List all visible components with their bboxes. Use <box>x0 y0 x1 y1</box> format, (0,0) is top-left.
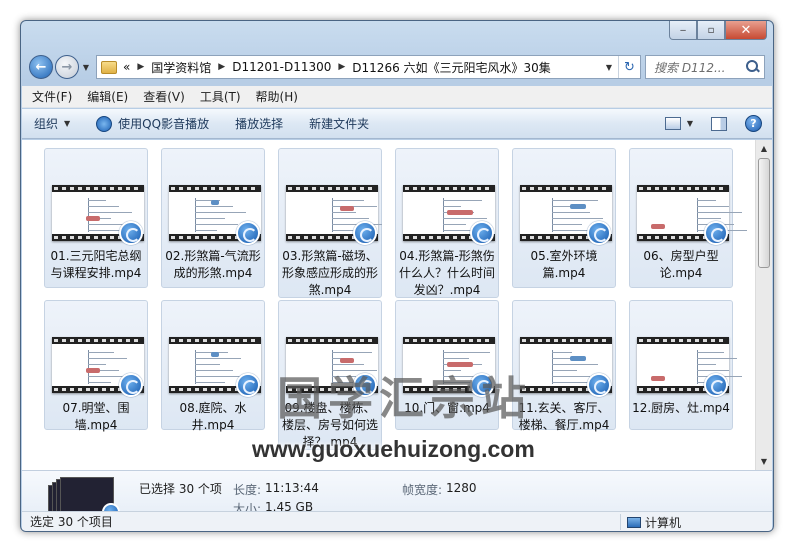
file-item[interactable]: 05.室外环境篇.mp4 <box>512 148 616 288</box>
forward-button[interactable]: → <box>55 55 79 79</box>
menu-tools[interactable]: 工具(T) <box>200 88 241 105</box>
qq-player-icon <box>587 221 611 245</box>
breadcrumb-item[interactable]: D11266 六如《三元阳宅风水》30集 <box>352 59 551 76</box>
play-selection-label: 播放选择 <box>235 117 284 131</box>
folder-icon <box>101 60 117 74</box>
play-selection-button[interactable]: 播放选择 <box>235 115 283 132</box>
view-chevron-down-icon[interactable]: ▼ <box>687 119 693 128</box>
breadcrumb-item[interactable]: 国学资料馆 <box>151 59 211 76</box>
selection-count: 已选择 30 个项 <box>139 482 222 496</box>
play-with-qq-label: 使用QQ影音播放 <box>118 117 210 131</box>
breadcrumb-item[interactable]: D11201-D11300 <box>232 60 331 74</box>
breadcrumb-chevron-icon: ▶ <box>137 62 145 72</box>
file-name: 03.形煞篇-磁场、形象感应形成的形煞.mp4 <box>281 249 378 297</box>
file-name: 08.庭院、水井.mp4 <box>179 401 247 432</box>
status-selected-count: 选定 30 个项目 <box>30 515 113 529</box>
watermark-title: 国学汇宗站 <box>277 372 533 425</box>
qq-player-icon <box>353 221 377 245</box>
breadcrumb-overflow[interactable]: « <box>123 60 130 74</box>
length-value: 11:13:44 <box>265 481 319 495</box>
status-location-label: 计算机 <box>645 515 682 530</box>
file-item[interactable]: 04.形煞篇-形煞伤什么人？什么时间发凶？.mp4 <box>395 148 499 298</box>
back-button[interactable]: ← <box>29 55 53 79</box>
file-name: 02.形煞篇-气流形成的形煞.mp4 <box>165 249 261 280</box>
file-item[interactable]: 06、房型户型论.mp4 <box>629 148 747 288</box>
command-bar-right: ▼ ? <box>664 115 762 132</box>
close-button[interactable]: ✕ <box>725 21 767 40</box>
chevron-down-icon: ▼ <box>64 119 71 128</box>
play-with-qq-button[interactable]: 使用QQ影音播放 <box>96 115 209 132</box>
caption-buttons: ‒ ▫ ✕ <box>669 21 767 40</box>
file-name: 07.明堂、围墙.mp4 <box>62 401 130 432</box>
file-item[interactable]: 07.明堂、围墙.mp4 <box>44 300 148 432</box>
status-bar: 选定 30 个项目 计算机 <box>22 511 772 531</box>
file-name: 04.形煞篇-形煞伤什么人？什么时间发凶？.mp4 <box>398 249 495 297</box>
menu-file[interactable]: 文件(F) <box>32 88 72 105</box>
search-icon[interactable] <box>746 60 760 74</box>
minimize-button[interactable]: ‒ <box>669 21 697 40</box>
length-label: 长度: <box>233 483 262 497</box>
file-item[interactable]: 02.形煞篇-气流形成的形煞.mp4 <box>161 148 265 288</box>
computer-icon <box>627 516 641 528</box>
new-folder-button[interactable]: 新建文件夹 <box>309 115 369 132</box>
qq-player-icon <box>236 373 260 397</box>
file-name: 12.厨房、灶.mp4 <box>632 401 730 415</box>
file-item[interactable]: 08.庭院、水井.mp4 <box>161 300 265 432</box>
menu-help[interactable]: 帮助(H) <box>256 88 298 105</box>
status-location: 计算机 <box>620 514 681 530</box>
qq-player-icon <box>236 221 260 245</box>
watermark-url: www.guoxuehuizong.com <box>252 436 535 462</box>
command-bar: 组织 ▼ 使用QQ影音播放 播放选择 新建文件夹 ▼ ? <box>22 109 772 139</box>
organize-label: 组织 <box>34 117 59 131</box>
help-icon[interactable]: ? <box>745 115 762 132</box>
file-list: 01.三元阳宅总纲与课程安排.mp4 02.形煞篇-气流形成的形煞.mp4 03.形… <box>22 140 772 470</box>
scroll-thumb[interactable] <box>758 158 770 268</box>
refresh-icon[interactable]: ↻ <box>618 56 640 78</box>
qq-player-icon <box>96 115 113 132</box>
address-dropdown-chevron-down-icon[interactable]: ▼ <box>602 56 616 78</box>
qq-player-icon <box>119 373 143 397</box>
preview-pane-icon[interactable] <box>711 116 727 131</box>
qq-player-icon <box>119 221 143 245</box>
new-folder-label: 新建文件夹 <box>309 117 370 131</box>
explorer-window: ‒ ▫ ✕ ← → ▼ « ▶ 国学资料馆 ▶ D11201-D11300 ▶ … <box>20 20 774 532</box>
address-bar[interactable]: « ▶ 国学资料馆 ▶ D11201-D11300 ▶ D11266 六如《三元… <box>96 55 641 79</box>
qq-player-icon <box>470 221 494 245</box>
recent-pages-chevron-down-icon[interactable]: ▼ <box>80 63 92 72</box>
menu-bar: 文件(F) 编辑(E) 查看(V) 工具(T) 帮助(H) <box>22 86 772 108</box>
qq-player-icon <box>704 373 728 397</box>
file-item[interactable]: 12.厨房、灶.mp4 <box>629 300 742 430</box>
breadcrumb-chevron-icon: ▶ <box>218 62 226 72</box>
frame-width-value: 1280 <box>446 481 477 495</box>
maximize-button[interactable]: ▫ <box>697 21 725 40</box>
address-row: ← → ▼ « ▶ 国学资料馆 ▶ D11201-D11300 ▶ D11266… <box>29 54 765 80</box>
frame-width-label: 帧宽度: <box>402 483 443 497</box>
file-name: 05.室外环境篇.mp4 <box>530 249 598 280</box>
file-name: 06、房型户型论.mp4 <box>643 249 719 280</box>
qq-player-icon <box>587 373 611 397</box>
breadcrumb-chevron-icon: ▶ <box>338 62 346 72</box>
file-item[interactable]: 01.三元阳宅总纲与课程安排.mp4 <box>44 148 148 288</box>
file-item[interactable]: 03.形煞篇-磁场、形象感应形成的形煞.mp4 <box>278 148 382 298</box>
search-box[interactable]: 搜索 D112... <box>645 55 765 79</box>
scroll-up-icon[interactable]: ▲ <box>756 140 772 157</box>
qq-player-icon <box>704 221 728 245</box>
search-placeholder: 搜索 D112... <box>654 60 726 75</box>
menu-edit[interactable]: 编辑(E) <box>87 88 128 105</box>
change-view-icon[interactable] <box>664 117 681 130</box>
organize-button[interactable]: 组织 ▼ <box>34 115 70 132</box>
menu-view[interactable]: 查看(V) <box>143 88 185 105</box>
vertical-scrollbar[interactable]: ▲ ▼ <box>755 140 772 470</box>
scroll-down-icon[interactable]: ▼ <box>756 453 772 470</box>
file-name: 01.三元阳宅总纲与课程安排.mp4 <box>50 249 142 280</box>
